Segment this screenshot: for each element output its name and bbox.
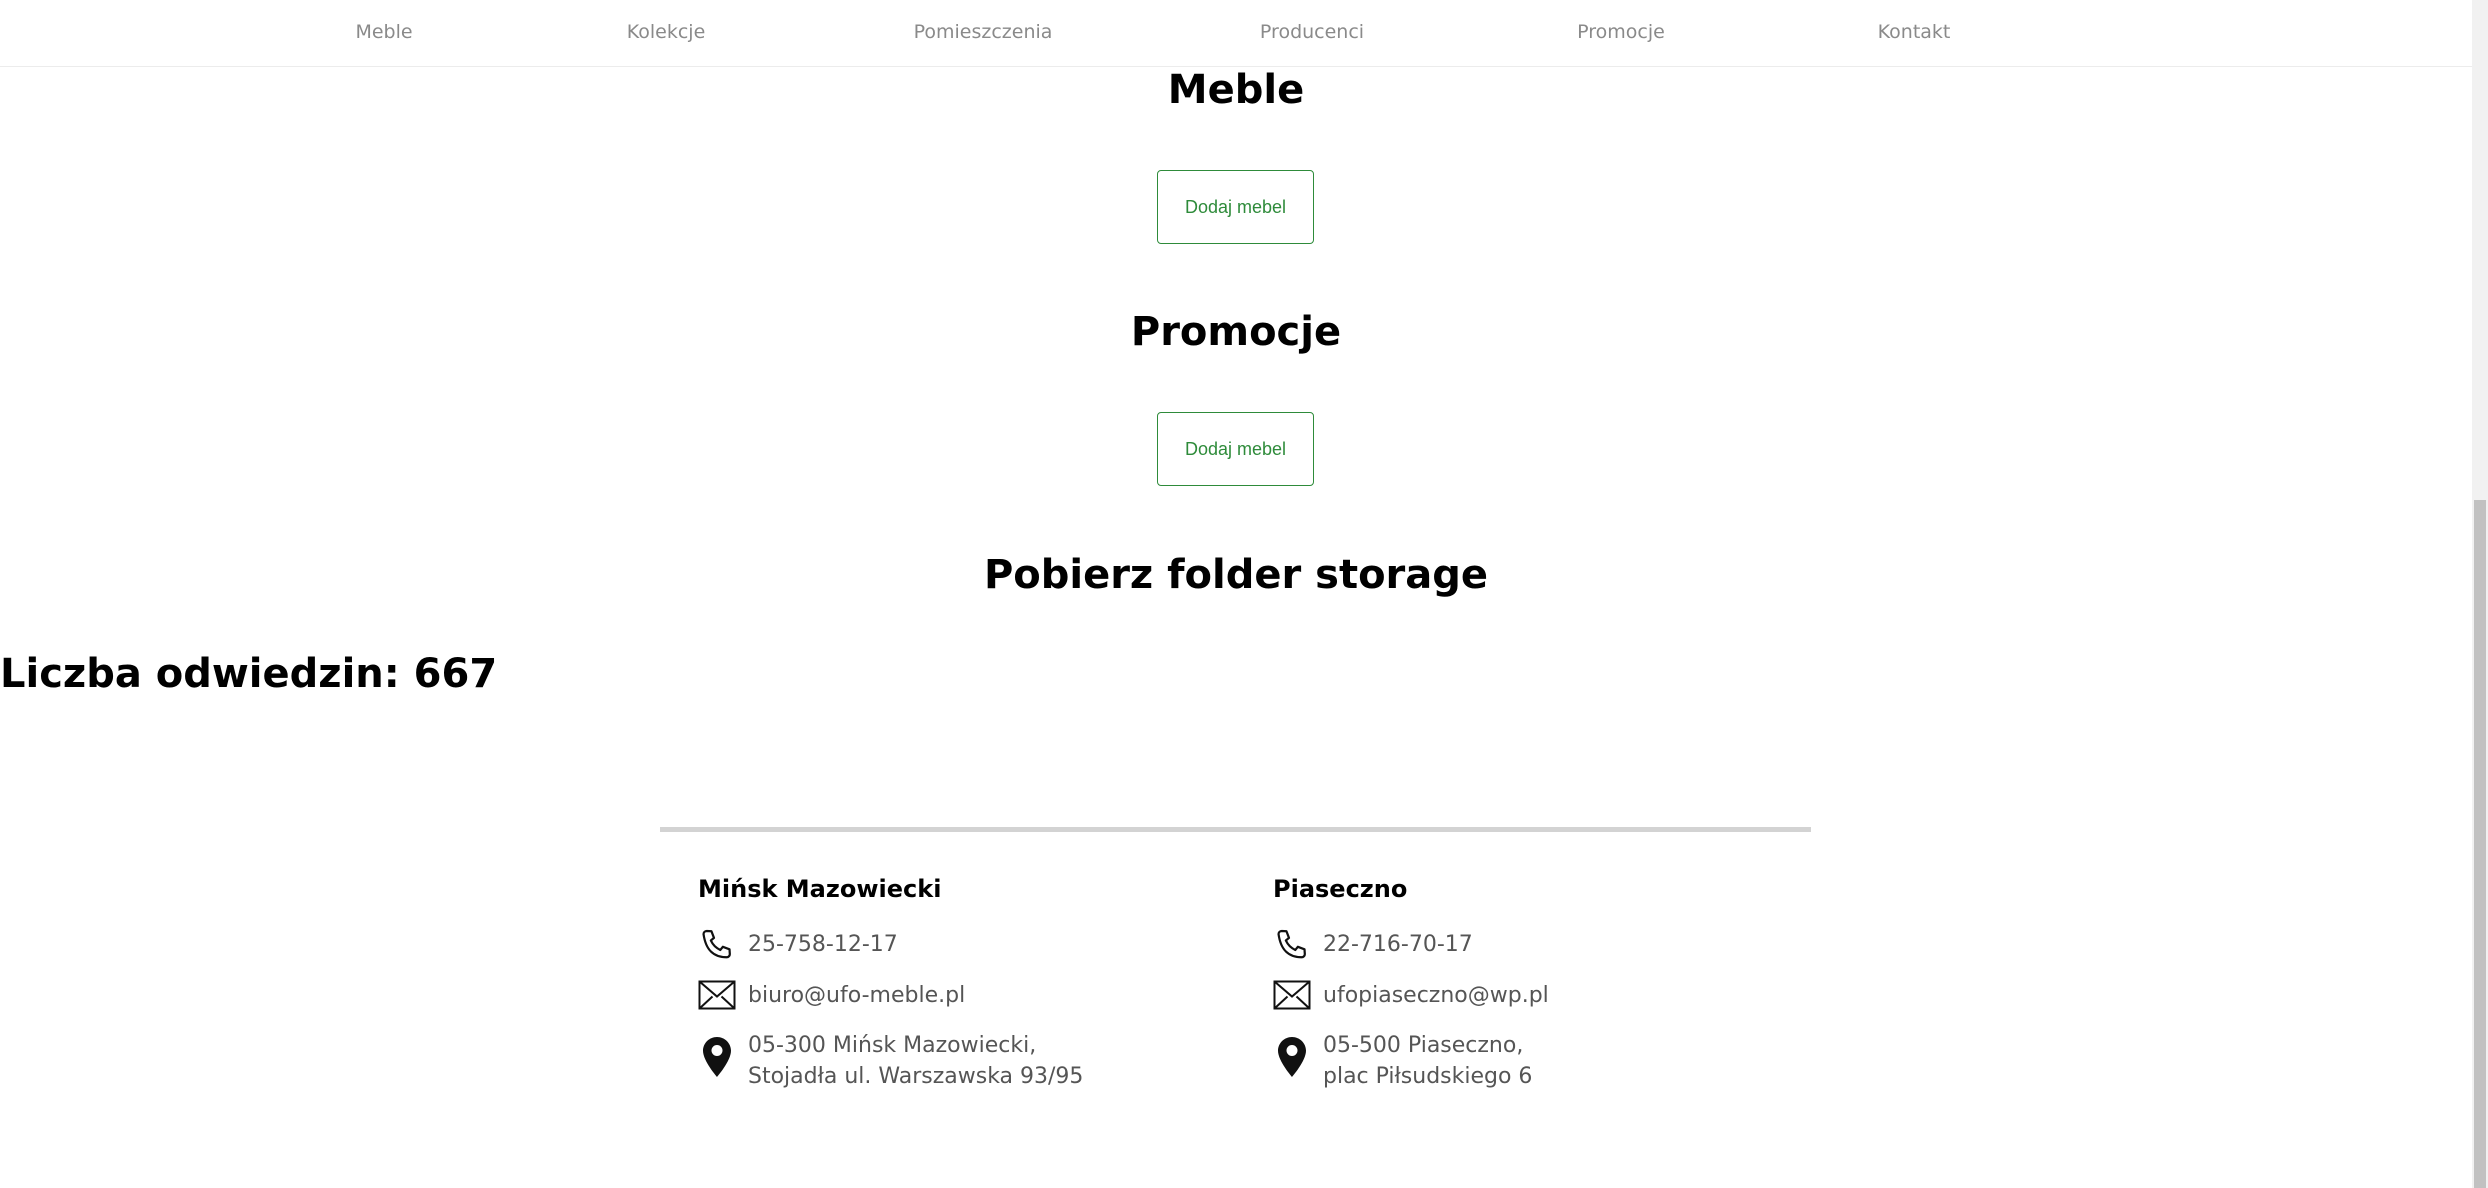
visit-counter: Liczba odwiedzin: 667 (0, 651, 498, 697)
phone-icon (1273, 927, 1311, 969)
address-line-2: Stojadła ul. Warszawska 93/95 (748, 1064, 1084, 1089)
phone-number[interactable]: 25-758-12-17 (748, 929, 898, 960)
top-navigation: Meble Kolekcje Pomieszczenia Producenci … (0, 0, 2472, 67)
scrollbar-thumb[interactable] (2474, 500, 2486, 1188)
main-content: Meble Kolekcje Pomieszczenia Producenci … (0, 0, 2472, 1188)
download-folder-title[interactable]: Pobierz folder storage (0, 555, 2472, 595)
phone-number[interactable]: 22-716-70-17 (1323, 929, 1473, 960)
map-pin-icon (703, 1037, 731, 1081)
footer-divider (660, 827, 1811, 832)
add-promotion-button[interactable]: Dodaj mebel (1157, 412, 1314, 486)
vertical-scrollbar[interactable] (2472, 0, 2488, 1188)
envelope-icon (1273, 980, 1311, 1014)
address-line-2: plac Piłsudskiego 6 (1323, 1064, 1533, 1089)
meble-section-title: Meble (1167, 67, 1305, 113)
map-pin-icon (1278, 1037, 1306, 1081)
envelope-icon (698, 980, 736, 1014)
phone-icon (698, 927, 736, 969)
address-line-1: 05-300 Mińsk Mazowiecki, (748, 1033, 1037, 1058)
nav-item-pomieszczenia[interactable]: Pomieszczenia (914, 21, 1053, 43)
nav-item-kolekcje[interactable]: Kolekcje (627, 21, 706, 43)
nav-item-meble[interactable]: Meble (355, 21, 412, 43)
nav-item-producenci[interactable]: Producenci (1260, 21, 1364, 43)
nav-item-promocje[interactable]: Promocje (1577, 21, 1665, 43)
location-city: Piaseczno (1273, 875, 1408, 903)
page: Meble Kolekcje Pomieszczenia Producenci … (0, 0, 2488, 1188)
address-line-1: 05-500 Piaseczno, (1323, 1033, 1524, 1058)
email-address[interactable]: ufopiaseczno@wp.pl (1323, 980, 1549, 1011)
add-furniture-button[interactable]: Dodaj mebel (1157, 170, 1314, 244)
nav-item-kontakt[interactable]: Kontakt (1878, 21, 1951, 43)
location-city: Mińsk Mazowiecki (698, 875, 942, 903)
email-address[interactable]: biuro@ufo-meble.pl (748, 980, 965, 1011)
promocje-section-title: Promocje (1130, 309, 1342, 355)
